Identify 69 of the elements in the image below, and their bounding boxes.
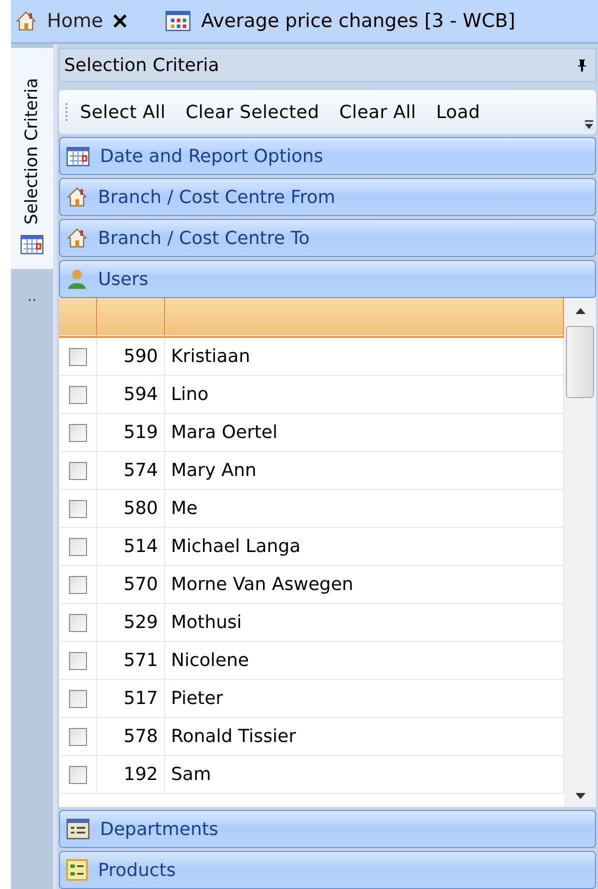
grip-icon[interactable] (65, 101, 68, 123)
more-label[interactable]: .. (28, 288, 36, 305)
toolbar-button[interactable]: Clear All (331, 100, 424, 124)
table-cell: Nicolene (165, 642, 564, 680)
tree-list-icon (66, 859, 88, 881)
table-cell: Lino (165, 376, 564, 414)
table-cell: 529 (97, 604, 165, 642)
checkbox[interactable] (68, 462, 86, 480)
table-cell: Kristiaan (165, 338, 564, 376)
table-cell: 590 (97, 338, 165, 376)
scroll-down-icon[interactable] (574, 793, 586, 799)
pin-icon[interactable] (577, 58, 587, 72)
close-icon[interactable] (113, 14, 128, 28)
document-tab[interactable]: Average price changes [3 - WCB] (161, 10, 520, 32)
checkbox[interactable] (68, 424, 86, 442)
table-cell: Mothusi (165, 604, 564, 642)
section-header[interactable]: Users (59, 260, 596, 298)
table-cell: Sam (165, 756, 564, 794)
house-icon (15, 10, 37, 32)
table-cell: 574 (97, 452, 165, 490)
table-cell: 580 (97, 490, 165, 528)
table-cell: 192 (97, 756, 165, 794)
section-header[interactable]: Date and Report Options (59, 137, 596, 175)
calendar-icon (20, 232, 44, 255)
toolbar-button[interactable]: Clear Selected (178, 100, 328, 124)
table-cell: 594 (97, 376, 165, 414)
toolbar-button[interactable]: Load (428, 100, 488, 124)
house-icon (66, 227, 88, 249)
document-tab[interactable]: Home (11, 10, 108, 32)
toolbar-button[interactable]: Select All (72, 100, 174, 124)
table-cell: Me (165, 490, 564, 528)
section-header[interactable]: Departments (59, 810, 596, 848)
table-cell: 514 (97, 528, 165, 566)
scroll-thumb[interactable] (566, 326, 594, 398)
table-cell: Pieter (165, 680, 564, 718)
table-cell: 571 (97, 642, 165, 680)
person-icon (66, 268, 88, 290)
list-icon (66, 818, 90, 840)
side-tab[interactable]: Selection Criteria (11, 48, 53, 269)
grid-icon (165, 10, 192, 32)
column-header[interactable] (59, 298, 97, 336)
table-cell: 517 (97, 680, 165, 718)
checkbox[interactable] (68, 500, 86, 518)
table-cell: 519 (97, 414, 165, 452)
overflow-icon[interactable] (584, 120, 594, 130)
checkbox[interactable] (68, 690, 86, 708)
table-cell: 570 (97, 566, 165, 604)
checkbox[interactable] (68, 386, 86, 404)
checkbox[interactable] (68, 766, 86, 784)
table-cell: Morne Van Aswegen (165, 566, 564, 604)
table-cell: Ronald Tissier (165, 718, 564, 756)
checkbox[interactable] (68, 348, 86, 366)
panel-title: Selection Criteria (64, 54, 220, 76)
section-header[interactable]: Products (59, 851, 596, 889)
table-cell: Michael Langa (165, 528, 564, 566)
section-header[interactable]: Branch / Cost Centre From (59, 178, 596, 216)
section-header[interactable]: Branch / Cost Centre To (59, 219, 596, 257)
scroll-up-icon[interactable] (574, 308, 586, 314)
checkbox[interactable] (68, 614, 86, 632)
checkbox[interactable] (68, 652, 86, 670)
table-cell: 578 (97, 718, 165, 756)
calendar-icon (66, 145, 90, 167)
table-cell: Mara Oertel (165, 414, 564, 452)
checkbox[interactable] (68, 576, 86, 594)
checkbox[interactable] (68, 728, 86, 746)
house-icon (66, 186, 88, 208)
scrollbar[interactable] (564, 298, 596, 807)
table-cell: Mary Ann (165, 452, 564, 490)
checkbox[interactable] (68, 538, 86, 556)
